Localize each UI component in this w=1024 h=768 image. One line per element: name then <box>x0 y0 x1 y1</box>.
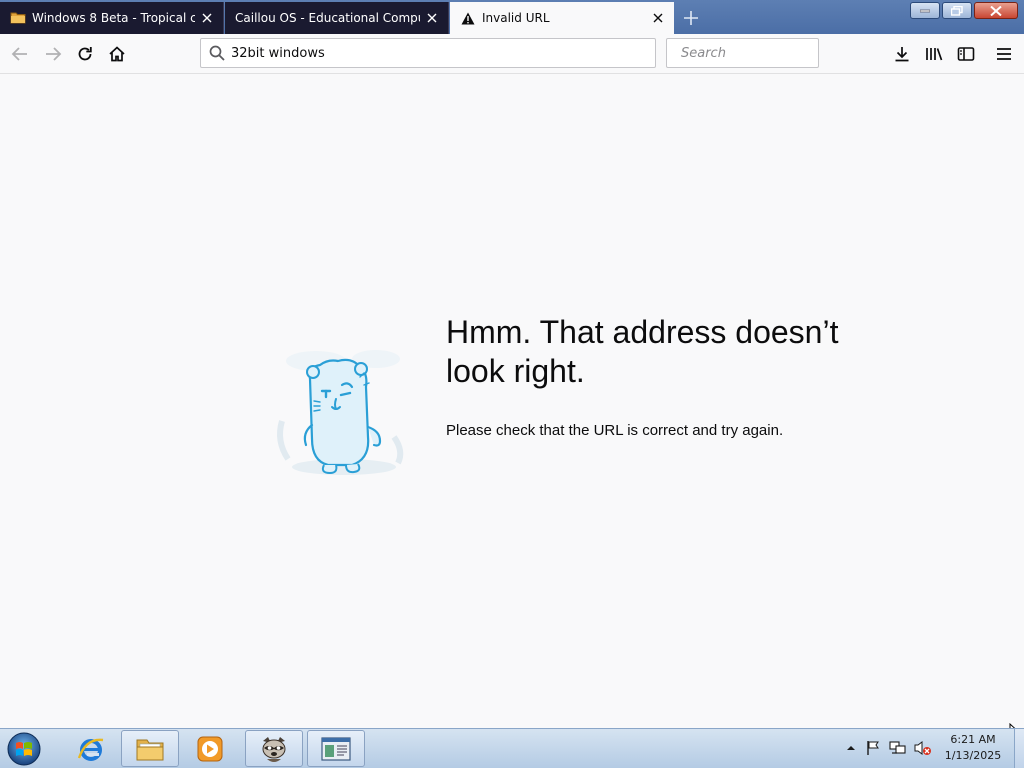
clock-time: 6:21 AM <box>950 733 996 746</box>
raccoon-app-button[interactable] <box>245 730 303 767</box>
library-button[interactable] <box>920 40 948 68</box>
internet-explorer-button[interactable] <box>62 730 120 767</box>
tab-windows8-beta[interactable]: Windows 8 Beta - Tropical coast <box>0 2 224 34</box>
show-hidden-icons-button[interactable] <box>842 739 860 757</box>
window-app-icon <box>321 736 351 761</box>
tab-title: Invalid URL <box>482 11 550 25</box>
close-tab-icon[interactable] <box>420 6 444 30</box>
search-input[interactable] <box>681 45 851 61</box>
confused-bear-illustration <box>268 341 414 483</box>
downloads-button[interactable] <box>888 40 916 68</box>
home-button[interactable] <box>103 40 131 68</box>
back-button[interactable] <box>6 40 34 68</box>
error-title: Hmm. That address doesn’t look right. <box>446 314 839 389</box>
file-explorer-button[interactable] <box>121 730 179 767</box>
folder-favicon-icon <box>10 10 26 26</box>
close-tab-icon[interactable] <box>195 6 219 30</box>
minimize-button[interactable] <box>910 2 940 19</box>
window-controls <box>910 2 1018 19</box>
close-window-button[interactable] <box>974 2 1018 19</box>
error-page: Hmm. That address doesn’t look right. Pl… <box>0 75 1024 743</box>
tab-invalid-url[interactable]: Invalid URL <box>450 2 674 34</box>
system-clock[interactable]: 6:21 AM 1/13/2025 <box>940 732 1006 764</box>
speaker-muted-icon <box>914 741 931 755</box>
media-player-button[interactable] <box>181 730 239 767</box>
internet-explorer-icon <box>77 738 104 761</box>
menu-button[interactable] <box>990 40 1018 68</box>
sidebar-button[interactable] <box>952 40 980 68</box>
hamburger-menu-icon <box>997 48 1011 60</box>
new-tab-button[interactable] <box>678 5 704 31</box>
error-description: Please check that the URL is correct and… <box>446 422 784 439</box>
network-icon[interactable] <box>889 739 907 757</box>
search-icon <box>209 45 225 61</box>
url-input[interactable] <box>231 45 655 61</box>
sidebar-icon <box>957 47 975 61</box>
taskbar: 6:21 AM 1/13/2025 <box>0 728 1024 768</box>
clock-date: 1/13/2025 <box>944 749 1002 762</box>
media-player-icon <box>197 736 223 761</box>
reload-icon <box>78 47 92 61</box>
flag-icon <box>867 741 879 755</box>
download-icon <box>895 47 909 62</box>
forward-arrow-icon <box>46 47 62 61</box>
tab-title: Windows 8 Beta - Tropical coast <box>32 11 195 25</box>
tab-title: Caillou OS - Educational Computing <box>235 11 420 25</box>
library-icon <box>926 48 943 61</box>
volume-muted-icon[interactable] <box>914 739 932 757</box>
plus-icon <box>684 11 698 25</box>
action-center-icon[interactable] <box>864 739 882 757</box>
chevron-up-icon <box>847 746 855 750</box>
network-icon-glyph <box>889 741 906 754</box>
show-desktop-button[interactable] <box>1014 729 1024 768</box>
search-bar[interactable] <box>666 38 851 68</box>
start-button[interactable] <box>4 730 44 768</box>
reload-button[interactable] <box>71 40 99 68</box>
home-icon <box>109 46 125 62</box>
tab-caillou-os[interactable]: Caillou OS - Educational Computing <box>225 2 449 34</box>
navigation-toolbar <box>0 34 1024 74</box>
tab-strip: Windows 8 Beta - Tropical coast Caillou … <box>0 0 1024 34</box>
file-explorer-icon <box>136 739 164 760</box>
back-arrow-icon <box>11 47 27 61</box>
warning-icon <box>460 10 476 26</box>
close-tab-icon[interactable] <box>646 6 670 30</box>
restore-button[interactable] <box>942 2 972 19</box>
windows-logo-icon <box>7 732 41 766</box>
forward-button[interactable] <box>39 40 67 68</box>
window-app-button[interactable] <box>307 730 365 767</box>
url-bar[interactable] <box>200 38 656 68</box>
raccoon-app-icon <box>262 736 286 762</box>
